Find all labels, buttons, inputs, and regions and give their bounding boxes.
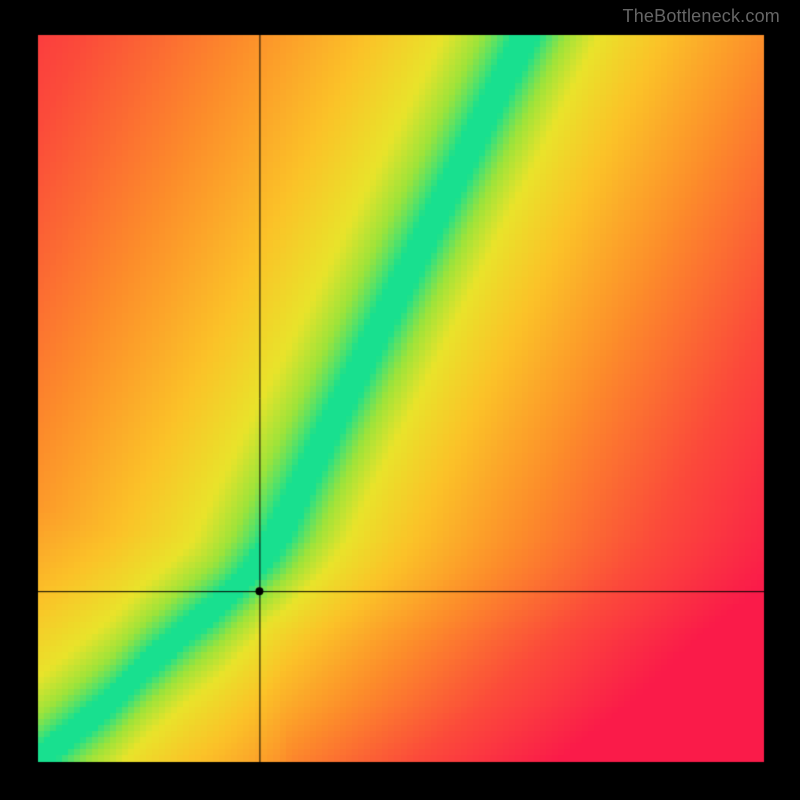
bottleneck-heatmap [0, 0, 800, 800]
watermark-text: TheBottleneck.com [623, 6, 780, 27]
